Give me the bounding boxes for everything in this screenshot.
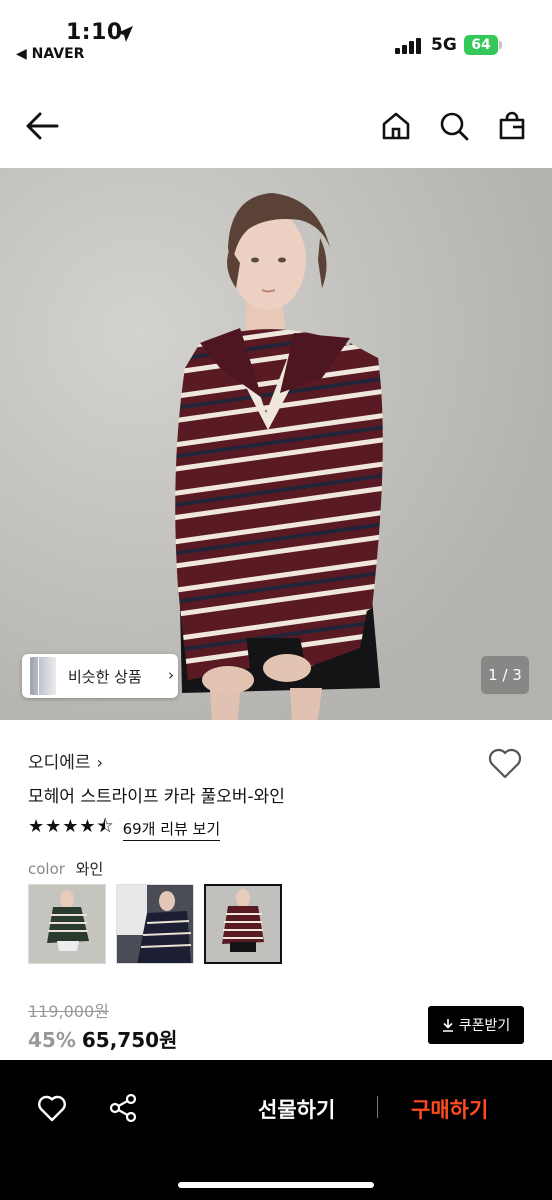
network-type: 5G	[431, 35, 457, 55]
rating-row: ★★★★⯪ 69개 리뷰 보기	[28, 816, 221, 841]
image-page-indicator: 1 / 3	[481, 656, 529, 694]
color-swatches	[28, 884, 282, 964]
brand-link[interactable]: 오디에르 ›	[28, 748, 103, 773]
wishlist-button[interactable]	[486, 744, 524, 782]
arrow-left-icon	[26, 112, 59, 140]
coupon-label: 쿠폰받기	[458, 1018, 511, 1034]
swatch-green-stripe[interactable]	[28, 884, 106, 964]
download-icon	[442, 1019, 453, 1032]
home-icon	[382, 112, 410, 140]
search-icon	[440, 112, 469, 141]
product-title: 모헤어 스트라이프 카라 풀오버-와인	[28, 787, 285, 807]
battery-tip	[499, 41, 502, 49]
bag-button[interactable]	[494, 108, 530, 144]
back-to-app-link[interactable]: ◀ NAVER	[16, 46, 84, 62]
similar-products-button[interactable]: 비슷한 상품 ›	[22, 654, 178, 698]
shopping-bag-icon	[499, 111, 525, 140]
price-row: 45% 65,750원	[28, 1024, 177, 1053]
status-time: 1:10	[66, 20, 123, 45]
bottom-divider	[377, 1096, 378, 1118]
similar-products-label: 비슷한 상품	[68, 668, 142, 686]
discount-rate: 45%	[28, 1028, 76, 1052]
sale-price: 65,750원	[81, 1028, 178, 1052]
buy-button[interactable]: 구매하기	[411, 1094, 488, 1124]
product-photo	[0, 168, 552, 720]
rating-stars: ★★★★⯪	[28, 816, 115, 837]
chevron-right-icon: ›	[168, 666, 174, 684]
heart-icon[interactable]	[36, 1092, 68, 1124]
search-button[interactable]	[436, 108, 472, 144]
swatch-image	[206, 886, 280, 962]
top-nav	[0, 98, 552, 156]
battery-indicator: 64	[464, 35, 502, 55]
similar-thumb	[38, 657, 56, 695]
swatch-navy-stripe[interactable]	[116, 884, 194, 964]
gift-button[interactable]: 선물하기	[258, 1094, 335, 1124]
bottom-action-bar	[0, 1060, 552, 1200]
cellular-signal-icon	[395, 38, 421, 54]
swatch-image	[29, 885, 105, 963]
color-key: color	[28, 860, 65, 878]
location-arrow-icon	[117, 26, 133, 42]
home-button[interactable]	[378, 108, 414, 144]
heart-icon	[488, 748, 522, 779]
swatch-image	[117, 885, 193, 963]
battery-level: 64	[464, 35, 498, 55]
color-selector-label: color 와인	[28, 858, 103, 879]
status-bar: 1:10 ◀ NAVER 5G 64	[0, 0, 552, 70]
color-value: 와인	[75, 860, 104, 878]
home-indicator	[178, 1182, 374, 1188]
brand-name: 오디에르	[28, 753, 91, 773]
reviews-link[interactable]: 69개 리뷰 보기	[122, 818, 221, 841]
chevron-right-icon: ›	[96, 753, 103, 772]
original-price: 119,000원	[28, 1002, 109, 1021]
share-icon[interactable]	[107, 1092, 139, 1124]
swatch-wine-stripe[interactable]	[204, 884, 282, 964]
back-button[interactable]	[24, 108, 60, 144]
product-image-gallery[interactable]	[0, 168, 552, 720]
coupon-button[interactable]: 쿠폰받기	[428, 1006, 524, 1044]
